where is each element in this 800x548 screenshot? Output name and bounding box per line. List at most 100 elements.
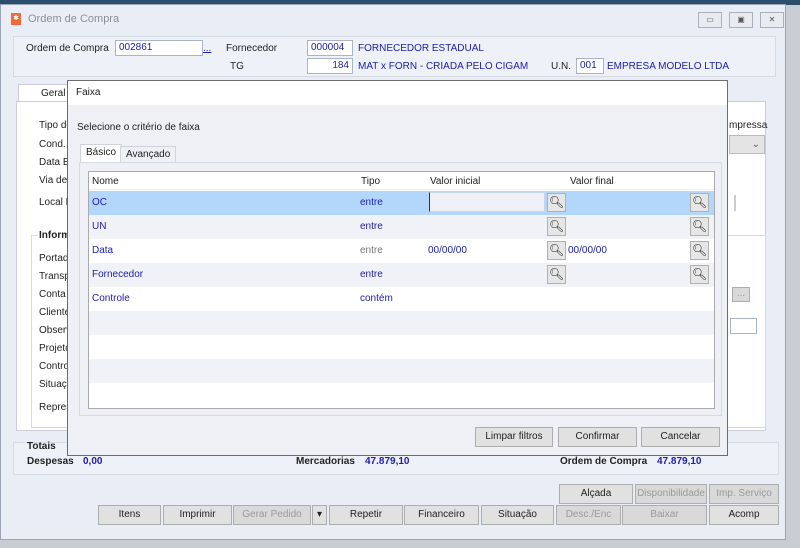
table-row[interactable]: OC entre 🔍︎ 🔍︎ (89, 191, 714, 215)
row-tipo: contém (360, 293, 393, 304)
total-oc-value: 47.879,10 (657, 456, 702, 467)
empty-row (89, 383, 714, 407)
oc-lookup-button[interactable]: ... (203, 43, 211, 54)
mercadorias-label: Mercadorias (296, 456, 355, 467)
table-row[interactable]: Controle contém (89, 287, 714, 311)
fornecedor-name: FORNECEDOR ESTADUAL (358, 43, 484, 54)
valor-inicial-value[interactable]: 00/00/00 (428, 245, 467, 256)
tab-basico[interactable]: Básico (80, 144, 123, 163)
row-nome: UN (92, 221, 107, 232)
empresa-dropdown[interactable]: ⌄ (729, 135, 765, 154)
acomp-button[interactable]: Acomp (709, 505, 779, 525)
field-label: Conta (39, 289, 66, 300)
field-label: Cliente (39, 307, 71, 318)
field-label: Transp (39, 271, 70, 282)
field-label: Via de (39, 175, 68, 186)
row-tipo: entre (360, 245, 383, 256)
field-label: Data E (39, 157, 70, 168)
alcada-button[interactable]: Alçada (559, 484, 633, 504)
valor-inicial-input[interactable] (429, 192, 545, 212)
column-header-nome: Nome (92, 176, 119, 187)
row-tipo: entre (360, 197, 383, 208)
financeiro-button[interactable]: Financeiro (404, 505, 479, 525)
column-header-valor-final: Valor final (570, 176, 614, 187)
field-label: Situaç (39, 379, 67, 390)
field-label: Cond. (39, 139, 66, 150)
row-nome: Fornecedor (92, 269, 144, 280)
limpar-filtros-button[interactable]: Limpar filtros (475, 427, 553, 447)
gerar-pedido-dropdown[interactable]: ▾ (312, 505, 327, 525)
despesas-label: Despesas (27, 456, 74, 467)
oc-label: Ordem de Compra (26, 43, 109, 54)
minimize-button[interactable]: ▭ (698, 12, 722, 28)
column-header-valor-inicial: Valor inicial (430, 176, 481, 187)
valor-final-value[interactable]: 00/00/00 (568, 245, 607, 256)
tab-avancado[interactable]: Avançado (120, 146, 177, 163)
repetir-button[interactable]: Repetir (329, 505, 403, 525)
search-icon[interactable]: 🔍︎ (547, 241, 566, 260)
row-nome: Controle (92, 293, 130, 304)
table-row[interactable]: Data entre 00/00/00 🔍︎ 00/00/00 🔍︎ (89, 239, 714, 263)
field-label: Projeto (39, 343, 71, 354)
table-row[interactable]: Fornecedor entre 🔍︎ 🔍︎ (89, 263, 714, 287)
dialog-title-bar: Faixa (68, 81, 727, 105)
imp-servico-button[interactable]: Imp. Serviço (709, 484, 779, 504)
empresa-label: mpressa (729, 120, 768, 131)
lookup-button[interactable]: ... (732, 287, 750, 302)
desc-enc-button[interactable]: Desc./Enc (556, 505, 621, 525)
empty-row (89, 311, 714, 335)
totais-title: Totais (27, 441, 56, 452)
itens-button[interactable]: Itens (98, 505, 161, 525)
row-tipo: entre (360, 221, 383, 232)
baixar-button[interactable]: Baixar (622, 505, 707, 525)
fornecedor-code-input[interactable]: 000004 (307, 40, 353, 56)
un-name: EMPRESA MODELO LTDA (607, 61, 730, 72)
column-header-tipo: Tipo (361, 176, 381, 187)
oc-input[interactable]: 002861 (115, 40, 203, 56)
search-icon[interactable]: 🔍︎ (690, 217, 709, 236)
search-icon[interactable]: 🔍︎ (690, 265, 709, 284)
field-input[interactable] (734, 195, 736, 211)
close-button[interactable]: ✕ (760, 12, 784, 28)
cancelar-button[interactable]: Cancelar (641, 427, 720, 447)
search-icon[interactable]: 🔍︎ (547, 265, 566, 284)
gerar-pedido-button[interactable]: Gerar Pedido (233, 505, 311, 525)
criteria-grid: Nome Tipo Valor inicial Valor final OC en… (88, 171, 715, 409)
maximize-button[interactable]: ▣ (729, 12, 753, 28)
app-icon: ✱ (11, 13, 21, 25)
table-row[interactable]: UN entre 🔍︎ 🔍︎ (89, 215, 714, 239)
field-label: Portad (39, 253, 69, 264)
field-input[interactable] (730, 318, 757, 334)
row-nome: Data (92, 245, 114, 256)
un-input[interactable]: 001 (576, 58, 604, 74)
imprimir-button[interactable]: Imprimir (163, 505, 232, 525)
fornecedor-label: Fornecedor (226, 43, 278, 54)
confirmar-button[interactable]: Confirmar (558, 427, 637, 447)
tg-input[interactable]: 184 (307, 58, 353, 74)
despesas-value: 0,00 (83, 456, 103, 467)
field-label: Contro (39, 361, 70, 372)
total-oc-label: Ordem de Compra (560, 456, 648, 467)
tab-geral-label: Geral (41, 88, 66, 99)
tab-geral[interactable]: Geral (18, 84, 68, 102)
disponibilidade-button[interactable]: Disponibilidade (635, 484, 707, 504)
search-icon[interactable]: 🔍︎ (547, 217, 566, 236)
empty-row (89, 359, 714, 383)
header-panel: Ordem de Compra 002861 ... Fornecedor 00… (13, 36, 776, 77)
grid-header: Nome Tipo Valor inicial Valor final (89, 172, 714, 190)
situacao-button[interactable]: Situação (481, 505, 554, 525)
title-bar: ✱ Ordem de Compra ▭ ▣ ✕ (1, 5, 785, 31)
un-label: U.N. (551, 61, 571, 72)
window-title: Ordem de Compra (28, 13, 120, 25)
faixa-dialog: Faixa Selecione o critério de faixa Bási… (67, 80, 728, 456)
empty-row (89, 335, 714, 359)
search-icon[interactable]: 🔍︎ (690, 241, 709, 260)
mercadorias-value: 47.879,10 (365, 456, 410, 467)
row-nome: OC (92, 197, 107, 208)
search-icon[interactable]: 🔍︎ (690, 193, 709, 212)
dialog-prompt: Selecione o critério de faixa (77, 122, 200, 133)
tg-name: MAT x FORN - CRIADA PELO CIGAM (358, 61, 529, 72)
dialog-title: Faixa (76, 87, 101, 98)
search-icon[interactable]: 🔍︎ (547, 193, 566, 212)
tg-label: TG (230, 61, 244, 72)
